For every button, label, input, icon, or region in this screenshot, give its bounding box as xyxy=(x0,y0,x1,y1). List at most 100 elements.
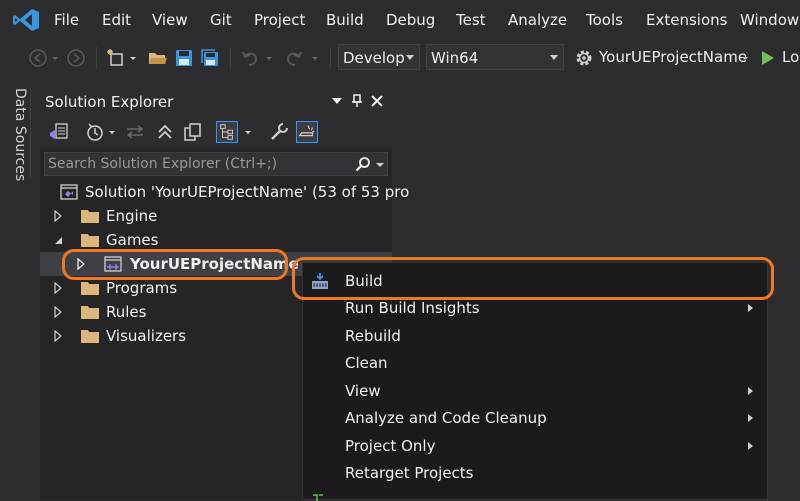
project-context-menu: Build Run Build Insights Rebuild Clean V… xyxy=(302,262,768,501)
properties-hierarchy-icon[interactable] xyxy=(216,121,238,143)
solution-platform-value: Win64 xyxy=(431,49,479,67)
pending-changes-filter-icon[interactable] xyxy=(84,121,106,143)
menu-extensions[interactable]: Extensions xyxy=(646,11,727,29)
tree-label-engine: Engine xyxy=(106,207,158,225)
menu-file[interactable]: File xyxy=(54,11,79,29)
context-menu-project-only[interactable]: Project Only xyxy=(303,433,767,459)
search-input[interactable] xyxy=(48,154,338,174)
navigate-forward-icon[interactable] xyxy=(66,48,86,68)
context-menu-label: View xyxy=(345,382,381,400)
visual-studio-logo-icon[interactable] xyxy=(12,8,40,32)
toolbar-separator xyxy=(330,47,331,69)
pin-icon[interactable] xyxy=(350,94,364,108)
toolbar-separator xyxy=(230,47,231,69)
undo-icon[interactable] xyxy=(240,48,260,68)
menu-view[interactable]: View xyxy=(152,11,188,29)
tree-label-visualizers: Visualizers xyxy=(106,327,187,345)
save-all-icon[interactable] xyxy=(200,48,220,68)
chevron-down-icon[interactable] xyxy=(242,121,254,143)
window-position-dropdown-icon[interactable] xyxy=(330,94,344,108)
chevron-down-icon xyxy=(406,55,414,60)
chevron-down-icon[interactable] xyxy=(106,121,118,143)
solution-icon xyxy=(60,184,78,200)
solution-label: Solution 'YourUEProjectName' (53 of 53 p… xyxy=(85,183,410,201)
tree-item-games[interactable]: Games xyxy=(40,228,392,252)
new-item-icon[interactable] xyxy=(106,48,126,68)
redo-icon[interactable] xyxy=(284,48,304,68)
chevron-down-icon[interactable] xyxy=(375,160,385,170)
expand-arrow-icon[interactable] xyxy=(75,258,87,270)
tree-item-engine[interactable]: Engine xyxy=(40,204,392,228)
chevron-down-icon[interactable] xyxy=(50,48,60,68)
start-debugging-button[interactable]: Lo xyxy=(782,48,799,66)
menu-window[interactable]: Window xyxy=(740,11,799,29)
cpp-project-icon xyxy=(104,256,122,272)
chevron-down-icon[interactable] xyxy=(740,48,750,68)
open-folder-icon[interactable] xyxy=(148,48,168,68)
context-menu-view[interactable]: View xyxy=(303,378,767,404)
gear-icon[interactable] xyxy=(574,48,594,68)
switch-views-icon[interactable] xyxy=(48,121,70,143)
play-icon[interactable] xyxy=(758,48,778,68)
search-icon[interactable] xyxy=(355,156,371,172)
solution-explorer-search[interactable] xyxy=(44,152,388,176)
context-menu-label: Build xyxy=(345,272,383,290)
save-icon[interactable] xyxy=(174,48,194,68)
navigate-back-icon[interactable] xyxy=(28,48,48,68)
tree-label-games: Games xyxy=(106,231,159,249)
data-sources-tab[interactable]: Data Sources xyxy=(6,82,30,182)
panel-title: Solution Explorer xyxy=(45,93,174,111)
expand-arrow-icon[interactable] xyxy=(52,282,64,294)
context-menu-retarget-projects[interactable]: Retarget Projects xyxy=(303,460,767,486)
build-icon xyxy=(312,273,328,289)
menu-analyze[interactable]: Analyze xyxy=(508,11,567,29)
context-menu-label: Clean xyxy=(345,354,388,372)
standard-toolbar: Develop Win64 YourUEProjectName Lo xyxy=(0,40,800,76)
menu-debug[interactable]: Debug xyxy=(386,11,435,29)
solution-platform-dropdown[interactable]: Win64 xyxy=(426,44,564,70)
menu-tools[interactable]: Tools xyxy=(586,11,623,29)
expand-arrow-icon[interactable] xyxy=(52,330,64,342)
wrench-icon[interactable] xyxy=(268,121,290,143)
preview-selected-items-icon[interactable] xyxy=(296,121,318,143)
tree-label-programs: Programs xyxy=(106,279,178,297)
menu-edit[interactable]: Edit xyxy=(102,11,131,29)
context-menu-label: Analyze and Code Cleanup xyxy=(345,409,547,427)
submenu-arrow-icon xyxy=(748,442,753,450)
folder-icon xyxy=(81,210,99,223)
expand-arrow-icon[interactable] xyxy=(52,210,64,222)
context-menu-label: Project Only xyxy=(345,437,436,455)
context-menu-build[interactable]: Build xyxy=(303,268,767,294)
menu-build[interactable]: Build xyxy=(326,11,364,29)
submenu-arrow-icon xyxy=(748,414,753,422)
solution-explorer-toolbar xyxy=(40,116,392,148)
solution-configuration-value: Develop xyxy=(343,49,405,67)
menu-bar: File Edit View Git Project Build Debug T… xyxy=(0,0,800,40)
chevron-down-icon xyxy=(550,55,558,60)
startup-project-selector[interactable]: YourUEProjectName xyxy=(599,48,747,66)
chevron-down-icon[interactable] xyxy=(128,48,138,68)
show-all-files-icon[interactable] xyxy=(182,121,204,143)
context-menu-rebuild[interactable]: Rebuild xyxy=(303,323,767,349)
tree-item-solution[interactable]: Solution 'YourUEProjectName' (53 of 53 p… xyxy=(40,180,409,204)
collapse-all-icon[interactable] xyxy=(154,121,176,143)
context-menu-label: Rebuild xyxy=(345,327,401,345)
menu-git[interactable]: Git xyxy=(210,11,232,29)
context-menu-label: Retarget Projects xyxy=(345,464,474,482)
context-menu-clean[interactable]: Clean xyxy=(303,350,767,376)
expand-arrow-icon[interactable] xyxy=(52,306,64,318)
menu-test[interactable]: Test xyxy=(456,11,486,29)
close-icon[interactable] xyxy=(370,94,384,108)
data-sources-tab-label: Data Sources xyxy=(12,88,28,182)
toolbar-separator xyxy=(96,47,97,69)
collapse-arrow-icon[interactable] xyxy=(52,234,64,246)
chevron-down-icon[interactable] xyxy=(310,48,320,68)
chevron-down-icon[interactable] xyxy=(264,48,274,68)
tree-label-project: YourUEProjectName xyxy=(130,255,299,273)
folder-icon xyxy=(81,234,99,247)
context-menu-run-build-insights[interactable]: Run Build Insights xyxy=(303,295,767,321)
solution-configuration-dropdown[interactable]: Develop xyxy=(338,44,420,70)
menu-project[interactable]: Project xyxy=(254,11,305,29)
sync-with-active-document-icon[interactable] xyxy=(124,121,146,143)
context-menu-analyze-code-cleanup[interactable]: Analyze and Code Cleanup xyxy=(303,405,767,431)
